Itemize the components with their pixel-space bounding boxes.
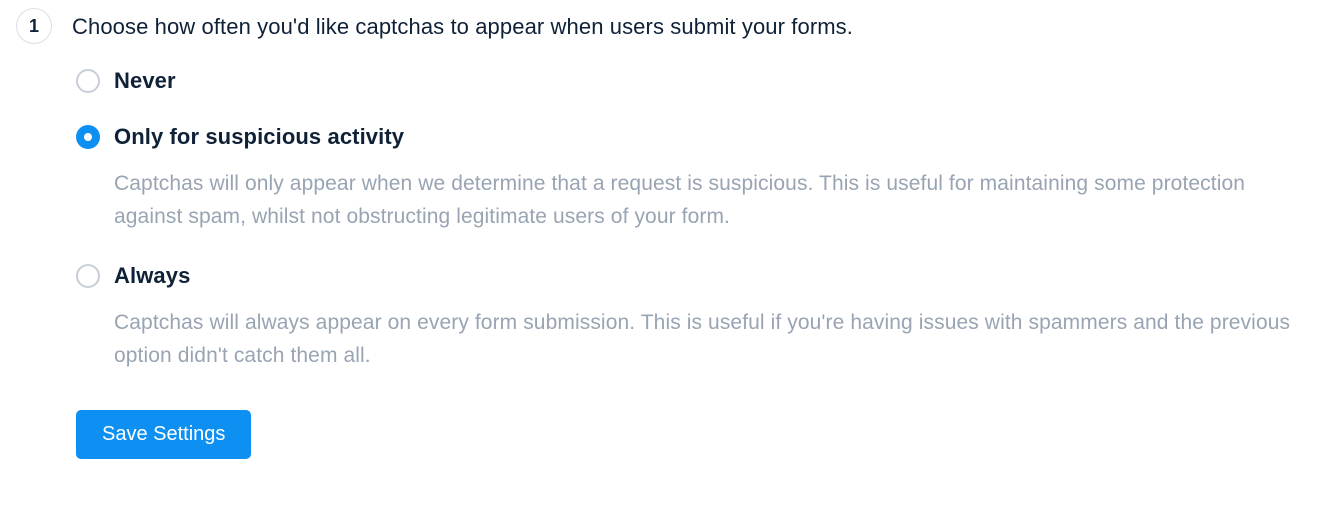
option-always-head[interactable]: Always [76,263,1321,289]
option-suspicious-desc: Captchas will only appear when we determ… [114,168,1304,233]
option-never-label: Never [114,68,176,94]
save-button[interactable]: Save Settings [76,410,251,459]
step-container: 1 Choose how often you'd like captchas t… [16,8,1321,459]
radio-suspicious[interactable] [76,125,100,149]
option-always-desc: Captchas will always appear on every for… [114,307,1304,372]
option-always-label: Always [114,263,190,289]
radio-always[interactable] [76,264,100,288]
step-content: Choose how often you'd like captchas to … [72,8,1321,459]
radio-never[interactable] [76,69,100,93]
step-title: Choose how often you'd like captchas to … [72,14,1321,40]
step-number-badge: 1 [16,8,52,44]
option-never: Never [76,68,1321,94]
actions-row: Save Settings [72,410,1321,459]
step-number: 1 [29,16,39,37]
option-never-head[interactable]: Never [76,68,1321,94]
options-group: Never Only for suspicious activity Captc… [72,68,1321,372]
option-suspicious-label: Only for suspicious activity [114,124,404,150]
option-suspicious-head[interactable]: Only for suspicious activity [76,124,1321,150]
option-always: Always Captchas will always appear on ev… [76,263,1321,372]
option-suspicious: Only for suspicious activity Captchas wi… [76,124,1321,233]
